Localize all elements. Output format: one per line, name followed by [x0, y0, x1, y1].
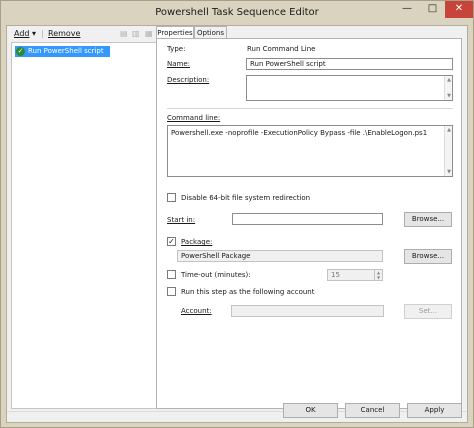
- timeout-label: Time-out (minutes):: [181, 271, 251, 279]
- package-field: PowerShell Package: [177, 250, 383, 262]
- scroll-up-icon[interactable]: ▲: [445, 127, 453, 133]
- properties-icon[interactable]: ▦: [145, 29, 153, 38]
- timeout-field: 15: [327, 269, 377, 281]
- scroll-down-icon[interactable]: ▼: [445, 169, 453, 175]
- start-in-label: Start in:: [167, 216, 196, 224]
- run-as-checkbox[interactable]: [167, 287, 176, 296]
- sequence-toolbar: Add ▾ | Remove ▤ ▥ ▦: [8, 27, 158, 41]
- account-field: [231, 305, 384, 317]
- add-menu-button[interactable]: Add: [14, 29, 30, 38]
- account-label: Account:: [181, 307, 212, 315]
- close-button[interactable]: ✕: [445, 1, 473, 18]
- properties-panel: Type: Run Command Line Name: Run PowerSh…: [156, 38, 462, 409]
- scroll-up-icon[interactable]: ▲: [445, 77, 453, 83]
- maximize-button[interactable]: □: [420, 1, 445, 18]
- section-divider: [167, 108, 453, 109]
- set-account-button: Set...: [404, 304, 452, 319]
- command-line-scrollbar[interactable]: ▲ ▼: [444, 126, 452, 176]
- package-checkbox[interactable]: ✓: [167, 237, 176, 246]
- package-browse-button[interactable]: Browse...: [404, 249, 452, 264]
- move-down-icon[interactable]: ▥: [132, 29, 140, 38]
- package-label: Package:: [181, 238, 213, 246]
- success-check-icon: ✓: [16, 47, 25, 56]
- sequence-tree[interactable]: ✓ Run PowerShell script: [11, 42, 159, 409]
- apply-button[interactable]: Apply: [407, 403, 462, 418]
- tree-item-run-powershell-script[interactable]: ✓ Run PowerShell script: [15, 46, 110, 57]
- scroll-down-icon[interactable]: ▼: [445, 93, 453, 99]
- move-up-icon[interactable]: ▤: [120, 29, 128, 38]
- description-scrollbar[interactable]: ▲ ▼: [444, 76, 452, 100]
- start-in-field[interactable]: [232, 213, 383, 225]
- minimize-button[interactable]: —: [394, 1, 420, 18]
- timeout-stepper: ▲ ▼: [374, 269, 383, 281]
- type-value: Run Command Line: [247, 45, 316, 53]
- ok-button[interactable]: OK: [283, 403, 338, 418]
- editor-window: Powershell Task Sequence Editor — □ ✕ Ad…: [0, 0, 474, 428]
- description-field[interactable]: ▲ ▼: [246, 75, 453, 101]
- type-label: Type:: [167, 45, 186, 53]
- client-area: Add ▾ | Remove ▤ ▥ ▦ ✓ Run PowerShell sc…: [6, 25, 468, 423]
- remove-button[interactable]: Remove: [48, 29, 80, 38]
- timeout-checkbox[interactable]: [167, 270, 176, 279]
- name-field[interactable]: Run PowerShell script: [246, 58, 453, 70]
- disable-redirection-label: Disable 64-bit file system redirection: [181, 194, 311, 202]
- start-in-browse-button[interactable]: Browse...: [404, 212, 452, 227]
- tree-item-label: Run PowerShell script: [28, 47, 104, 55]
- cancel-button[interactable]: Cancel: [345, 403, 400, 418]
- disable-redirection-checkbox[interactable]: [167, 193, 176, 202]
- command-line-label: Command line:: [167, 114, 221, 122]
- tab-options[interactable]: Options: [194, 26, 227, 38]
- run-as-label: Run this step as the following account: [181, 288, 315, 296]
- description-label: Description:: [167, 76, 210, 84]
- toolbar-separator: |: [41, 29, 44, 38]
- name-label: Name:: [167, 60, 191, 68]
- command-line-value: Powershell.exe -noprofile -ExecutionPoli…: [171, 129, 428, 137]
- title-bar[interactable]: Powershell Task Sequence Editor — □ ✕: [1, 1, 473, 25]
- command-line-field[interactable]: Powershell.exe -noprofile -ExecutionPoli…: [167, 125, 453, 177]
- add-menu-arrow-icon[interactable]: ▾: [32, 29, 36, 38]
